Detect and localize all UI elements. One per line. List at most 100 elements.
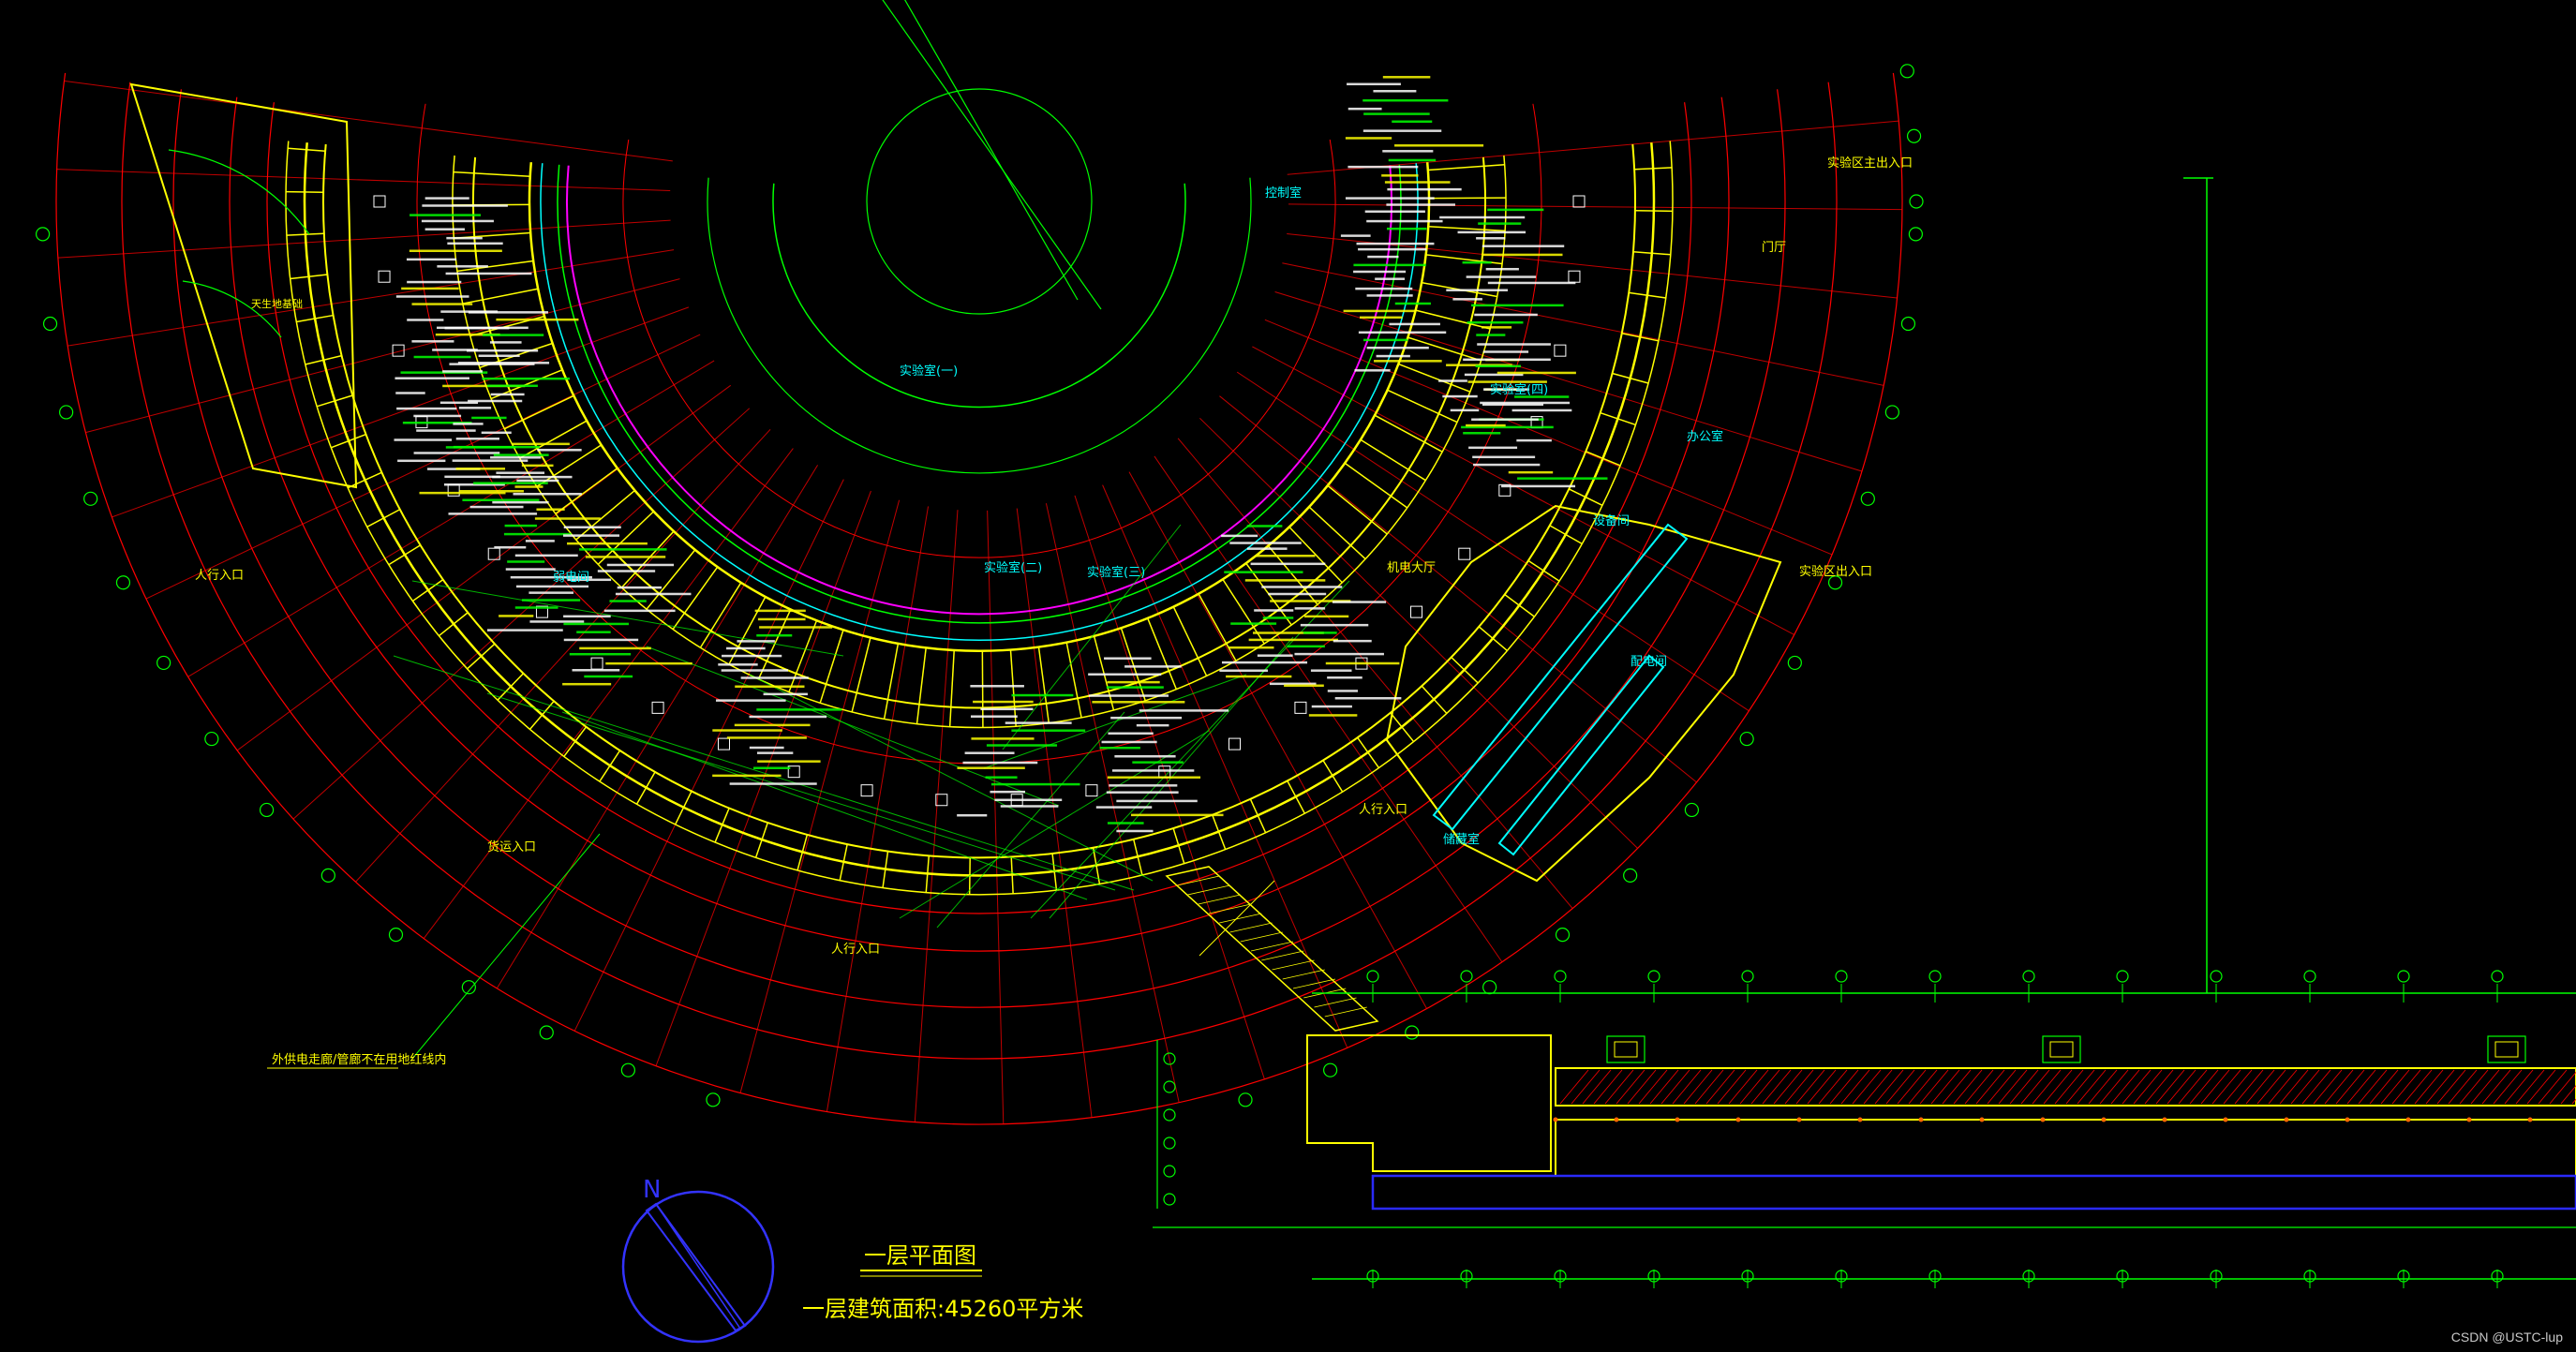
room-label: 设备间 [1593,513,1630,528]
annotation-tag [735,685,805,689]
annotation-tag [1356,242,1435,245]
annotation-tag [1366,346,1429,349]
annotation-tag [1304,615,1349,618]
annotation-tag [1011,729,1086,732]
annotation-tag [757,617,806,621]
annotation-tag [1496,371,1576,375]
annotation-tag [1366,219,1443,223]
annotation-tag [1457,230,1526,234]
annotation-tag [1367,255,1399,259]
annotation-tag [1487,281,1576,285]
corridor-pin [1735,1117,1741,1122]
annotation-tag [1099,746,1140,750]
annotation-tag [503,532,572,536]
annotation-tag [606,563,675,567]
annotation-tag [1353,263,1426,267]
annotation-tag [471,416,507,420]
annotation-tag [1268,592,1327,596]
annotation-tag [1347,82,1401,86]
annotation-tag [1473,463,1541,467]
annotation-tag [413,452,500,454]
corridor-pin [2466,1117,2472,1122]
annotation-tag [1358,331,1447,334]
room-label: 人行入口 [1359,803,1407,817]
annotation-tag [1109,784,1178,787]
annotation-tag [970,715,1018,718]
annotation-tag [1088,694,1169,697]
room-label: 人行入口 [831,943,880,957]
annotation-tag [740,676,809,679]
annotation-tag [1516,438,1552,442]
annotation-tag [1381,174,1419,177]
north-label: N [643,1176,661,1204]
annotation-tag [521,599,581,602]
annotation-tag [712,729,782,732]
annotation-tag [493,453,549,456]
annotation-tag [401,287,459,290]
annotation-tag [1482,245,1565,247]
annotation-tag [1254,609,1294,612]
annotation-tag [529,591,573,594]
annotation-tag [1300,623,1369,627]
annotation-tag [1485,267,1519,271]
annotation-tag [1386,227,1427,230]
annotation-tag [1246,525,1283,527]
annotation-tag [567,542,648,545]
annotation-tag [424,228,465,230]
annotation-tag [1438,379,1467,382]
annotation-tag [1332,601,1387,603]
annotation-tag [1363,112,1430,115]
annotation-tag [1221,661,1308,664]
room-label: 控制室 [1265,186,1302,201]
annotation-tag [749,715,827,719]
annotation-tag [482,377,570,380]
annotation-tag [1442,394,1478,398]
annotation-tag [1466,423,1506,427]
annotation-tag [712,774,782,778]
annotation-tag [395,295,469,298]
annotation-tag [452,459,529,462]
annotation-tag [609,600,647,602]
corridor-pin [1614,1117,1619,1122]
annotation-tag [1345,197,1435,200]
annotation-tag [1248,638,1338,642]
annotation-tag [468,399,523,403]
corridor-pin [2101,1117,2107,1122]
annotation-tag [422,204,508,207]
annotation-tag [1250,562,1326,566]
annotation-tag [1476,237,1506,240]
annotation-tag [1343,309,1417,313]
annotation-tag [957,766,1025,769]
annotation-tag [1481,326,1512,329]
annotation-tag [462,498,540,501]
foundation-note: 天生地基础 [251,297,303,310]
room-label: 货运入口 [487,839,536,854]
annotation-tag [1386,203,1455,206]
annotation-tag [448,513,538,515]
annotation-tag [980,707,1034,711]
corridor-pin [1796,1117,1802,1122]
annotation-tag [576,631,611,633]
annotation-tag [726,646,766,650]
annotation-tag [458,407,492,409]
room-label: 储藏室 [1443,832,1480,847]
annotation-tag [1219,669,1269,672]
corridor-pin [1553,1117,1558,1122]
utility-corridor-note: 外供电走廊/管廊不在用地红线内 [272,1052,446,1067]
annotation-tag [1463,358,1551,362]
annotation-tag [1130,813,1224,817]
annotation-tag [1382,150,1434,153]
annotation-tag [617,586,663,589]
annotation-tag [763,692,808,696]
annotation-tag [1439,215,1526,219]
annotation-tag [615,592,692,596]
annotation-tag [722,654,782,658]
annotation-tag [1116,799,1198,803]
annotation-tag [1005,721,1072,724]
annotation-tag [1472,455,1536,459]
annotation-tag [1106,791,1179,794]
annotation-tag [1308,714,1358,717]
annotation-tag [1000,805,1059,808]
annotation-tag [507,560,545,563]
annotation-tag [985,776,1018,779]
